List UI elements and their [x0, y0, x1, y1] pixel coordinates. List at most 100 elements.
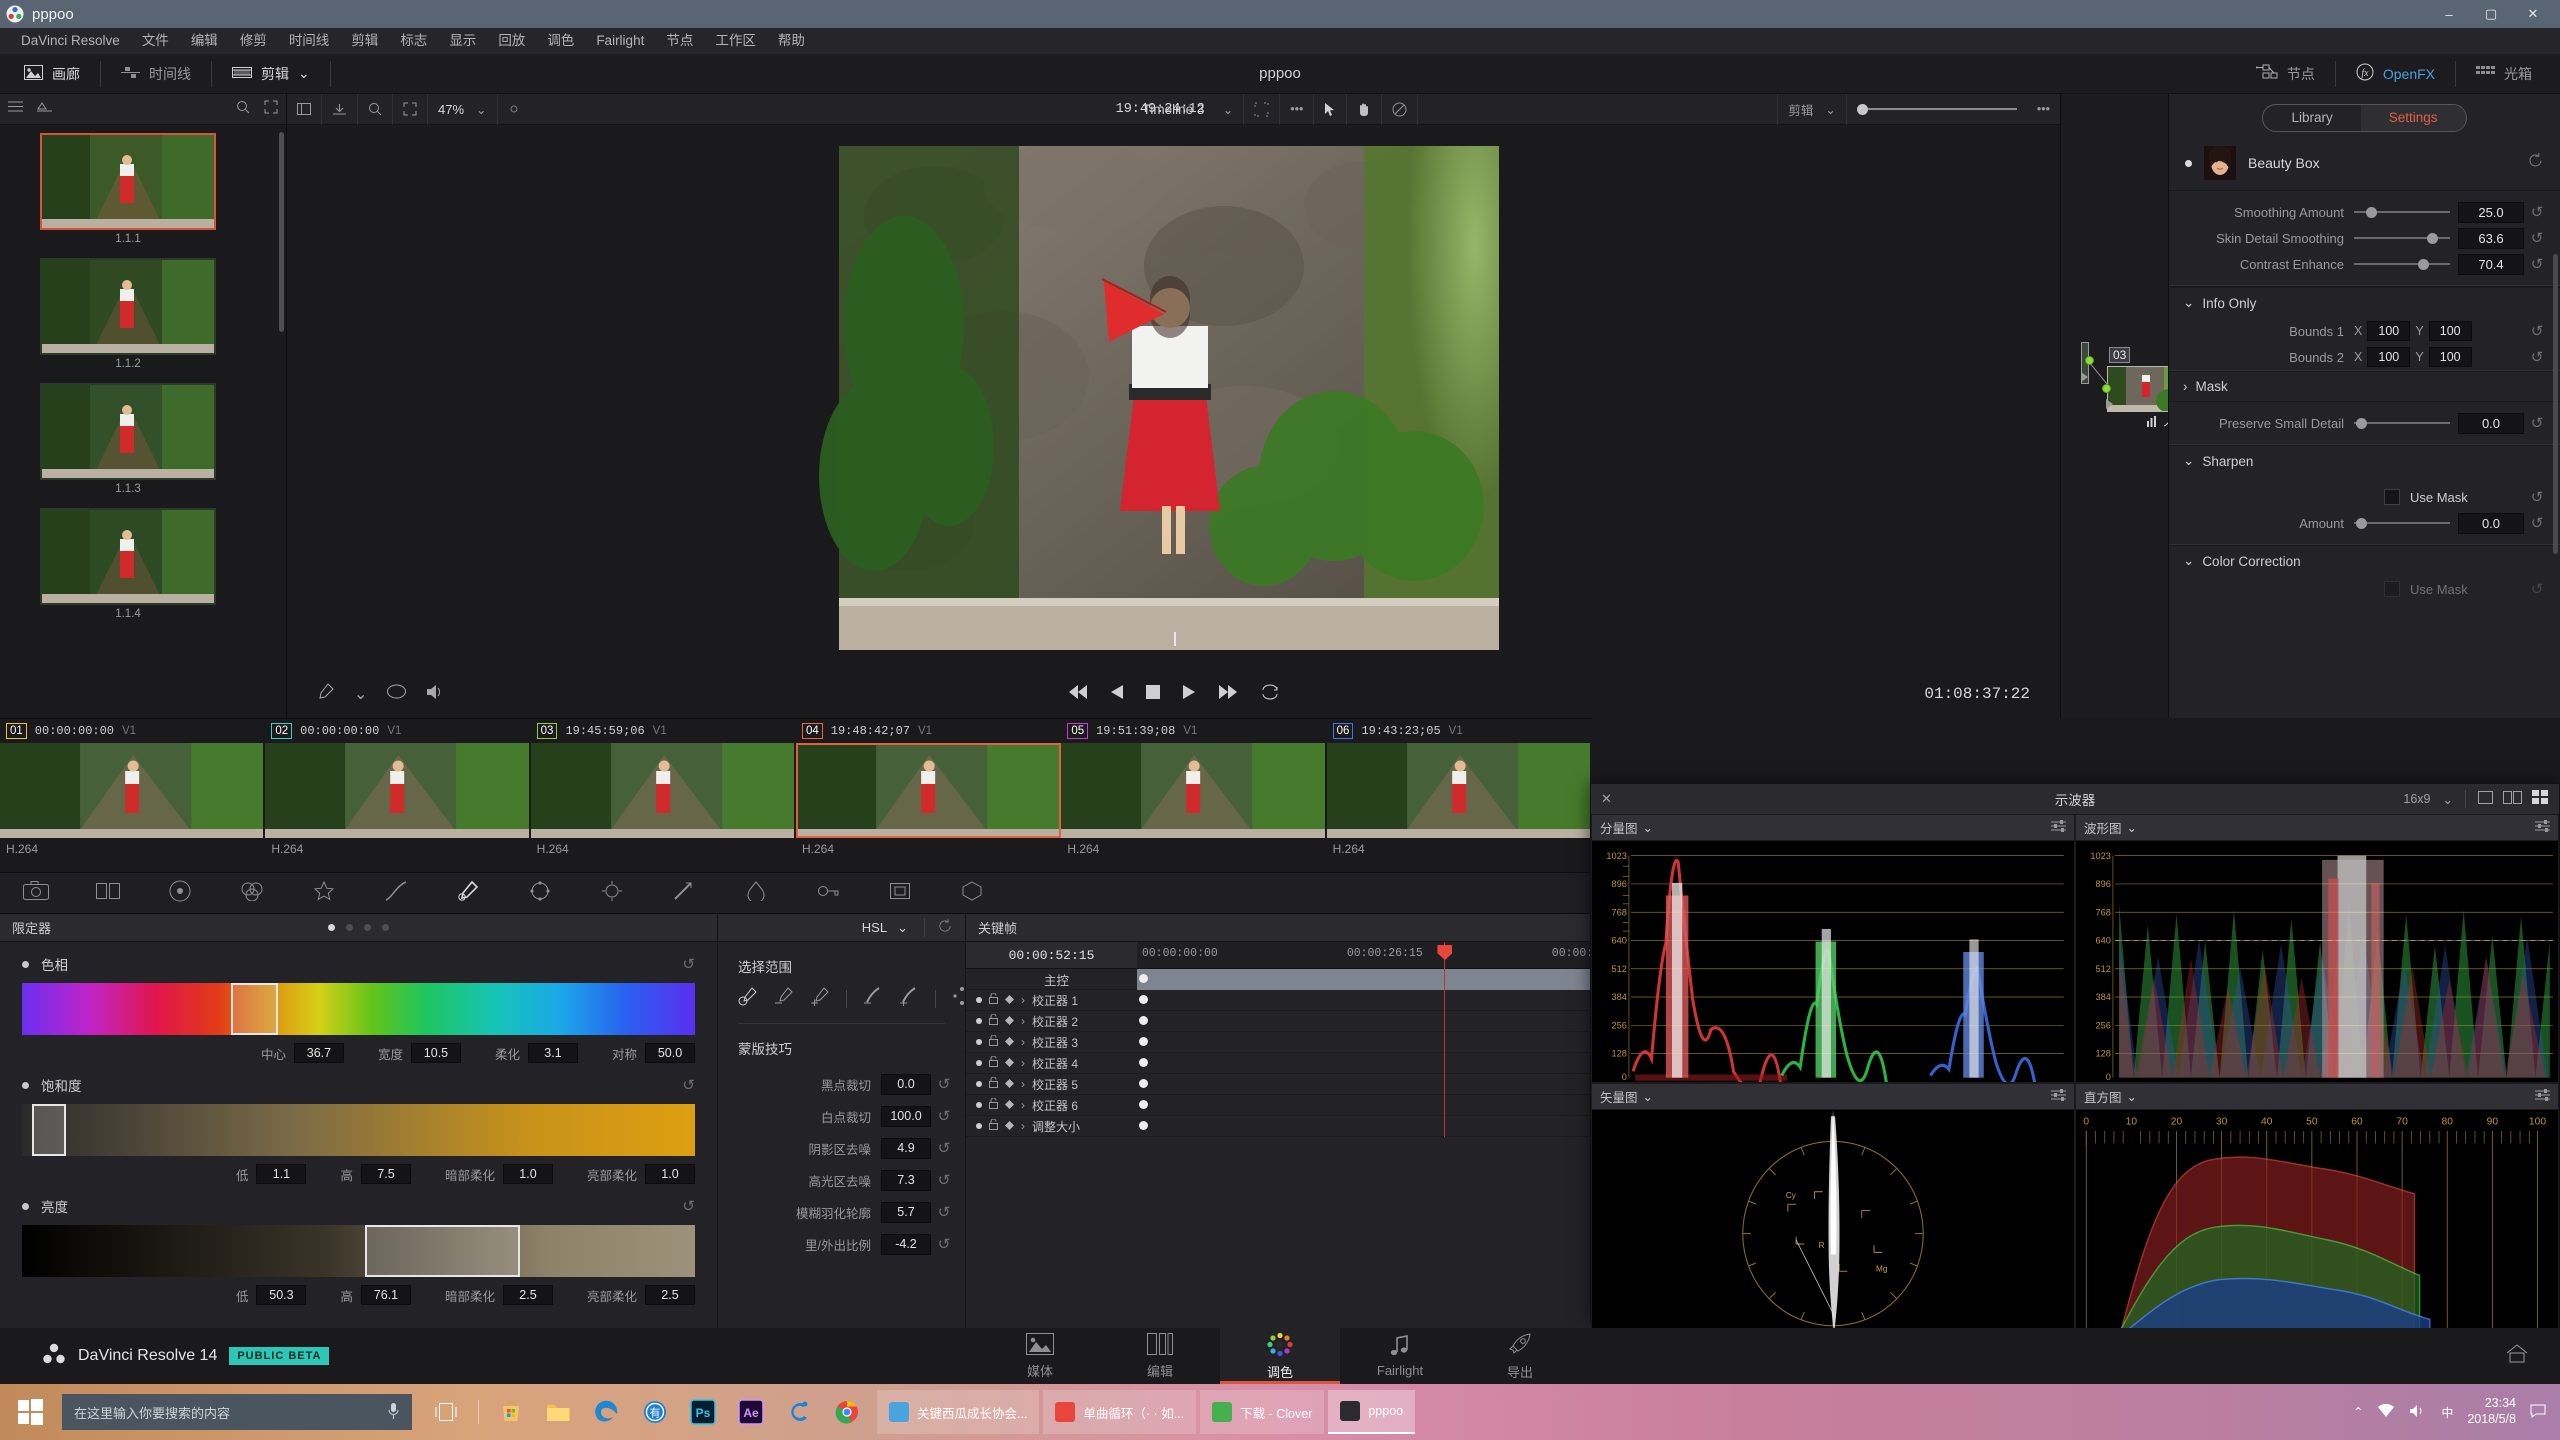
keyframes-master-row[interactable]: 主控 [966, 968, 1625, 990]
scope-histogram-settings-icon[interactable] [2535, 1088, 2550, 1105]
node-source[interactable] [2081, 342, 2094, 384]
keyframes-track-lane[interactable] [1137, 1115, 1625, 1137]
keyframe-enable-dot-icon[interactable] [976, 997, 982, 1003]
chevron-right-icon[interactable]: › [1021, 1077, 1025, 1091]
qualifier-group-reset-icon[interactable]: ↺ [682, 955, 695, 973]
tracker-icon[interactable] [576, 880, 648, 906]
param-value[interactable]: 25.0 [2458, 201, 2524, 223]
menu-item-8[interactable]: 回放 [487, 28, 536, 54]
gallery-still-thumbnail[interactable] [40, 133, 216, 230]
keyframes-track-row[interactable]: › 调整大小 [966, 1115, 1625, 1137]
timeline-toggle[interactable]: 时间线 [101, 60, 212, 87]
volume-icon[interactable] [2409, 1404, 2427, 1421]
chevron-down-icon[interactable]: ⌄ [298, 65, 310, 82]
mask-trick-value[interactable]: -4.2 [881, 1233, 931, 1255]
reel-icon[interactable] [387, 684, 407, 704]
tab-settings[interactable]: Settings [2360, 105, 2466, 131]
sharpen-amount-reset-icon[interactable]: ↺ [2524, 514, 2550, 532]
keyframes-track-row[interactable]: › 校正器 4 [966, 1052, 1625, 1074]
keyframes-track-row[interactable]: › 校正器 1 [966, 989, 1625, 1011]
qualifier-field-value[interactable]: 50.3 [256, 1285, 307, 1305]
menu-item-0[interactable]: DaVinci Resolve [10, 28, 131, 54]
gallery-still-thumbnail[interactable] [40, 258, 216, 355]
chevron-right-icon[interactable]: › [1021, 1098, 1025, 1112]
mask-reset-icon[interactable] [924, 918, 953, 937]
chevron-down-icon[interactable]: ⌄ [476, 102, 486, 117]
menu-item-4[interactable]: 时间线 [278, 28, 341, 54]
scope-parade-label[interactable]: 分量图 [1600, 818, 1638, 837]
param-value[interactable]: 70.4 [2458, 253, 2524, 275]
chevron-down-icon[interactable]: ⌄ [1223, 102, 1233, 117]
chevron-right-icon[interactable]: › [1021, 1119, 1025, 1133]
play-reverse-button[interactable] [1110, 684, 1124, 705]
page-tab-deliver[interactable]: 导出 [1460, 1328, 1580, 1384]
keyframe-diamond-icon[interactable] [1005, 1035, 1014, 1049]
taskbar-task[interactable]: 下载 - Clover [1200, 1390, 1325, 1434]
lock-icon[interactable] [989, 1055, 998, 1070]
start-button[interactable] [0, 1399, 62, 1425]
photoshop-icon[interactable]: Ps [683, 1392, 723, 1432]
chrome-icon[interactable] [827, 1392, 867, 1432]
chevron-down-icon[interactable]: ⌄ [2127, 1089, 2137, 1104]
keyframes-track-row[interactable]: › 校正器 3 [966, 1031, 1625, 1053]
chevron-down-icon[interactable]: ⌄ [1825, 102, 1835, 117]
gallery-still-thumbnail[interactable] [40, 508, 216, 605]
gallery-scrollbar[interactable] [279, 132, 284, 332]
qualifier-field-value[interactable]: 10.5 [410, 1043, 461, 1063]
bounds-1-y-input[interactable]: 100 [2428, 321, 2472, 341]
clover-icon[interactable] [779, 1392, 819, 1432]
gallery-still[interactable]: 1.1.4 [40, 508, 216, 620]
keyframes-track-lane[interactable] [1137, 1094, 1625, 1116]
taskbar-task[interactable]: 单曲循环（· · 如... [1043, 1390, 1197, 1434]
rgb-mixer-icon[interactable] [216, 881, 288, 906]
lock-icon[interactable] [989, 1034, 998, 1049]
sharpen-use-mask-reset-icon[interactable]: ↺ [2524, 488, 2550, 506]
menu-item-3[interactable]: 修剪 [229, 28, 278, 54]
keyframes-master-track[interactable] [1137, 968, 1625, 990]
bounds-2-y-input[interactable]: 100 [2428, 347, 2472, 367]
taskbar-search-input[interactable]: 在这里输入你要搜索的内容 [62, 1394, 412, 1430]
menu-item-1[interactable]: 文件 [131, 28, 180, 54]
taskbar-clock[interactable]: 23:34 2018/5/8 [2467, 1396, 2516, 1427]
qualifier-field-value[interactable]: 7.5 [360, 1164, 411, 1184]
qualifier-sat-bar[interactable] [22, 1104, 695, 1156]
bounds-2-x-input[interactable]: 100 [2367, 347, 2411, 367]
scope-vectorscope-label[interactable]: 矢量图 [1600, 1087, 1638, 1106]
page-tab-color[interactable]: 调色 [1220, 1328, 1340, 1384]
menu-item-2[interactable]: 编辑 [180, 28, 229, 54]
qualifier-page-dots[interactable] [0, 924, 717, 931]
gallery-still[interactable]: 1.1.1 [40, 133, 216, 245]
key-icon[interactable] [792, 881, 864, 906]
chevron-right-icon[interactable]: › [1021, 1035, 1025, 1049]
menu-item-5[interactable]: 剪辑 [340, 28, 389, 54]
color-correction-use-mask-reset-icon[interactable]: ↺ [2524, 580, 2550, 598]
gallery-still-thumbnail[interactable] [40, 383, 216, 480]
keyframe-enable-dot-icon[interactable] [976, 1018, 982, 1024]
lock-icon[interactable] [989, 1097, 998, 1112]
qualifier-field-value[interactable]: 76.1 [360, 1285, 411, 1305]
eyedropper-minus-icon[interactable] [774, 986, 794, 1011]
keyframes-track-lane[interactable] [1137, 1052, 1625, 1074]
menu-item-11[interactable]: 节点 [655, 28, 704, 54]
mask-trick-reset-icon[interactable]: ↺ [931, 1075, 957, 1093]
chevron-right-icon[interactable]: › [1021, 993, 1025, 1007]
qualifier-group-reset-icon[interactable]: ↺ [682, 1197, 695, 1215]
param-slider[interactable] [2354, 231, 2450, 245]
qualifier-icon[interactable] [432, 880, 504, 907]
gallery-menu-icon[interactable] [37, 100, 52, 118]
qualifier-group-toggle[interactable] [22, 960, 29, 968]
list-view-icon[interactable] [8, 100, 23, 118]
tab-library[interactable]: Library [2263, 105, 2360, 131]
keyframe-diamond-icon[interactable] [1005, 1098, 1014, 1112]
timeline-clip-header[interactable]: 03 19:45:59;06 V1 [531, 723, 796, 739]
viewer-onscreen-control[interactable] [498, 94, 530, 125]
eyedropper-picker-icon[interactable] [738, 986, 758, 1011]
page-tab-edit[interactable]: 编辑 [1100, 1328, 1220, 1384]
openfx-toggle[interactable]: fx OpenFX [2336, 60, 2456, 87]
qualifier-page-dot[interactable] [328, 924, 335, 931]
curves-icon[interactable] [360, 880, 432, 906]
keyframes-track-lane[interactable] [1137, 1010, 1625, 1032]
qualifier-page-dot[interactable] [382, 924, 389, 931]
store-icon[interactable] [491, 1392, 531, 1432]
viewer-zoom-fit[interactable] [358, 93, 393, 125]
